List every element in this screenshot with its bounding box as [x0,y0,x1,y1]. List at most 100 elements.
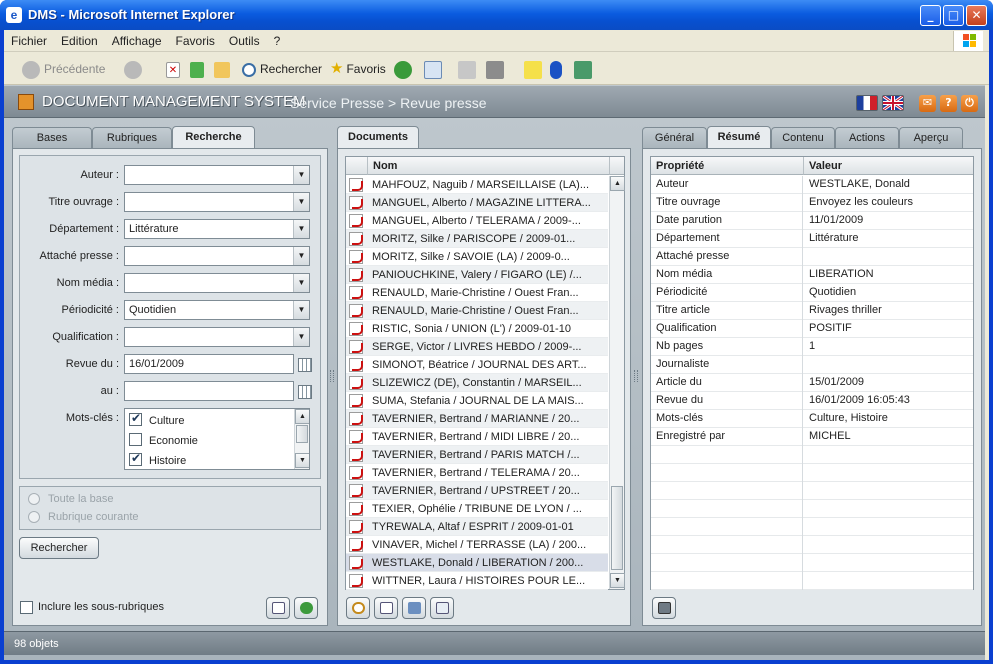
home-button[interactable] [214,59,234,79]
document-row[interactable]: WITTNER, Laura / HISTOIRES POUR LE... [346,572,608,590]
document-row[interactable]: RISTIC, Sonia / UNION (L') / 2009-01-10 [346,320,608,338]
help-icon[interactable]: ? [940,95,957,112]
titre-ouvrage-select[interactable]: ▼ [124,192,310,212]
maximize-button[interactable]: □ [943,5,964,26]
tab-recherche[interactable]: Recherche [172,126,255,149]
title-bar[interactable]: e DMS - Microsoft Internet Explorer _ □ … [0,0,993,30]
tab-actions[interactable]: Actions [835,127,899,149]
splitter-handle[interactable] [330,370,334,382]
mail-button[interactable] [424,59,446,79]
keyword-item[interactable]: Culture [125,409,309,429]
calendar-icon[interactable] [298,358,312,372]
au-input[interactable] [124,381,294,401]
attache-presse-select[interactable]: ▼ [124,246,310,266]
menu-affichage[interactable]: Affichage [105,30,169,48]
form-button[interactable] [266,597,290,619]
keyword-checkbox[interactable] [129,433,142,446]
tools-button[interactable] [574,59,596,79]
document-row[interactable]: TEXIER, Ophélie / TRIBUNE DE LYON / ... [346,500,608,518]
copy-button[interactable] [374,597,398,619]
menu-outils[interactable]: Outils [222,30,267,48]
minimize-button[interactable]: _ [920,5,941,26]
tab-documents[interactable]: Documents [337,126,419,149]
document-row[interactable]: WESTLAKE, Donald / LIBERATION / 200... [346,554,608,572]
document-row[interactable]: TAVERNIER, Bertrand / TELERAMA / 20... [346,464,608,482]
print-button[interactable] [458,59,480,79]
keyword-checkbox[interactable] [129,451,142,466]
document-row[interactable]: SUMA, Stefania / JOURNAL DE LA MAIS... [346,392,608,410]
keywords-list[interactable]: Culture Economie Histoire ▲ ▼ [124,408,310,470]
tab-apercu[interactable]: Aperçu [899,127,963,149]
messenger-button[interactable] [524,59,546,79]
print-doc-button[interactable] [402,597,426,619]
calendar-icon[interactable] [298,385,312,399]
scope-current-radio[interactable] [28,511,40,523]
power-icon[interactable]: ⏻ [961,95,978,112]
document-row[interactable]: PANIOUCHKINE, Valery / FIGARO (LE) /... [346,266,608,284]
tab-contenu[interactable]: Contenu [771,127,835,149]
reset-button[interactable] [294,597,318,619]
favorites-button[interactable]: ★ Favoris [330,59,386,79]
keyword-item[interactable]: Histoire [125,449,309,469]
scroll-thumb[interactable] [611,486,623,570]
menu-edition[interactable]: Edition [54,30,105,48]
french-flag-icon[interactable] [856,95,878,111]
save-button[interactable] [652,597,676,619]
include-sub-checkbox[interactable] [20,601,33,614]
document-row[interactable]: TAVERNIER, Bertrand / MIDI LIBRE / 20... [346,428,608,446]
tab-resume[interactable]: Résumé [707,126,771,149]
menu-favoris[interactable]: Favoris [169,30,222,48]
document-row[interactable]: TAVERNIER, Bertrand / MARIANNE / 20... [346,410,608,428]
scroll-up-icon[interactable]: ▲ [610,176,625,191]
document-row[interactable]: MORITZ, Silke / SAVOIE (LA) / 2009-0... [346,248,608,266]
nom-media-select[interactable]: ▼ [124,273,310,293]
stop-button[interactable]: ✕ [166,59,184,79]
tab-general[interactable]: Général [642,127,707,149]
refresh-button[interactable] [190,59,208,79]
forward-button[interactable] [124,59,146,79]
splitter-handle[interactable] [634,370,638,382]
mail-icon[interactable]: ✉ [919,95,936,112]
nom-column-header[interactable]: Nom [368,157,610,175]
keyword-checkbox[interactable] [129,411,142,426]
document-row[interactable]: TAVERNIER, Bertrand / PARIS MATCH /... [346,446,608,464]
search-doc-button[interactable] [346,597,370,619]
document-row[interactable]: RENAULD, Marie-Christine / Ouest Fran... [346,284,608,302]
document-row[interactable]: SERGE, Victor / LIVRES HEBDO / 2009-... [346,338,608,356]
tab-bases[interactable]: Bases [12,127,92,149]
keywords-scrollbar[interactable]: ▲ ▼ [294,409,309,469]
history-button[interactable] [394,59,416,79]
scope-all-radio[interactable] [28,493,40,505]
back-button[interactable]: Précédente [22,59,105,79]
document-row[interactable]: MANGUEL, Alberto / TELERAMA / 2009-... [346,212,608,230]
qualification-select[interactable]: ▼ [124,327,310,347]
menu-help[interactable]: ? [267,30,288,48]
departement-select[interactable]: Littérature ▼ [124,219,310,239]
edit-button[interactable] [486,59,508,79]
menu-fichier[interactable]: Fichier [4,30,54,48]
close-button[interactable]: ✕ [966,5,987,26]
search-button[interactable]: Rechercher [242,59,322,79]
document-row[interactable]: MANGUEL, Alberto / MAGAZINE LITTERA... [346,194,608,212]
tab-rubriques[interactable]: Rubriques [92,127,172,149]
english-flag-icon[interactable] [882,95,904,111]
document-row[interactable]: SIMONOT, Béatrice / JOURNAL DES ART... [346,356,608,374]
search-submit-button[interactable]: Rechercher [19,537,99,559]
revue-du-input[interactable]: 16/01/2009 [124,354,294,374]
document-row[interactable]: MAHFOUZ, Naguib / MARSEILLAISE (LA)... [346,176,608,194]
periodicite-select[interactable]: Quotidien ▼ [124,300,310,320]
scroll-down-icon[interactable]: ▼ [295,453,309,468]
scroll-thumb[interactable] [296,425,308,443]
document-row[interactable]: TAVERNIER, Bertrand / UPSTREET / 20... [346,482,608,500]
document-row[interactable]: MORITZ, Silke / PARISCOPE / 2009-01... [346,230,608,248]
document-row[interactable]: TYREWALA, Altaf / ESPRIT / 2009-01-01 [346,518,608,536]
document-row[interactable]: RENAULD, Marie-Christine / Ouest Fran... [346,302,608,320]
keyword-item[interactable]: Economie [125,429,309,449]
document-row[interactable]: VINAVER, Michel / TERRASSE (LA) / 200... [346,536,608,554]
send-mail-button[interactable] [430,597,454,619]
documents-scrollbar[interactable]: ▲ ▼ [609,176,625,589]
auteur-select[interactable]: ▼ [124,165,310,185]
scroll-up-icon[interactable]: ▲ [295,409,309,424]
scroll-down-icon[interactable]: ▼ [610,573,625,588]
bluetooth-button[interactable] [550,59,566,79]
